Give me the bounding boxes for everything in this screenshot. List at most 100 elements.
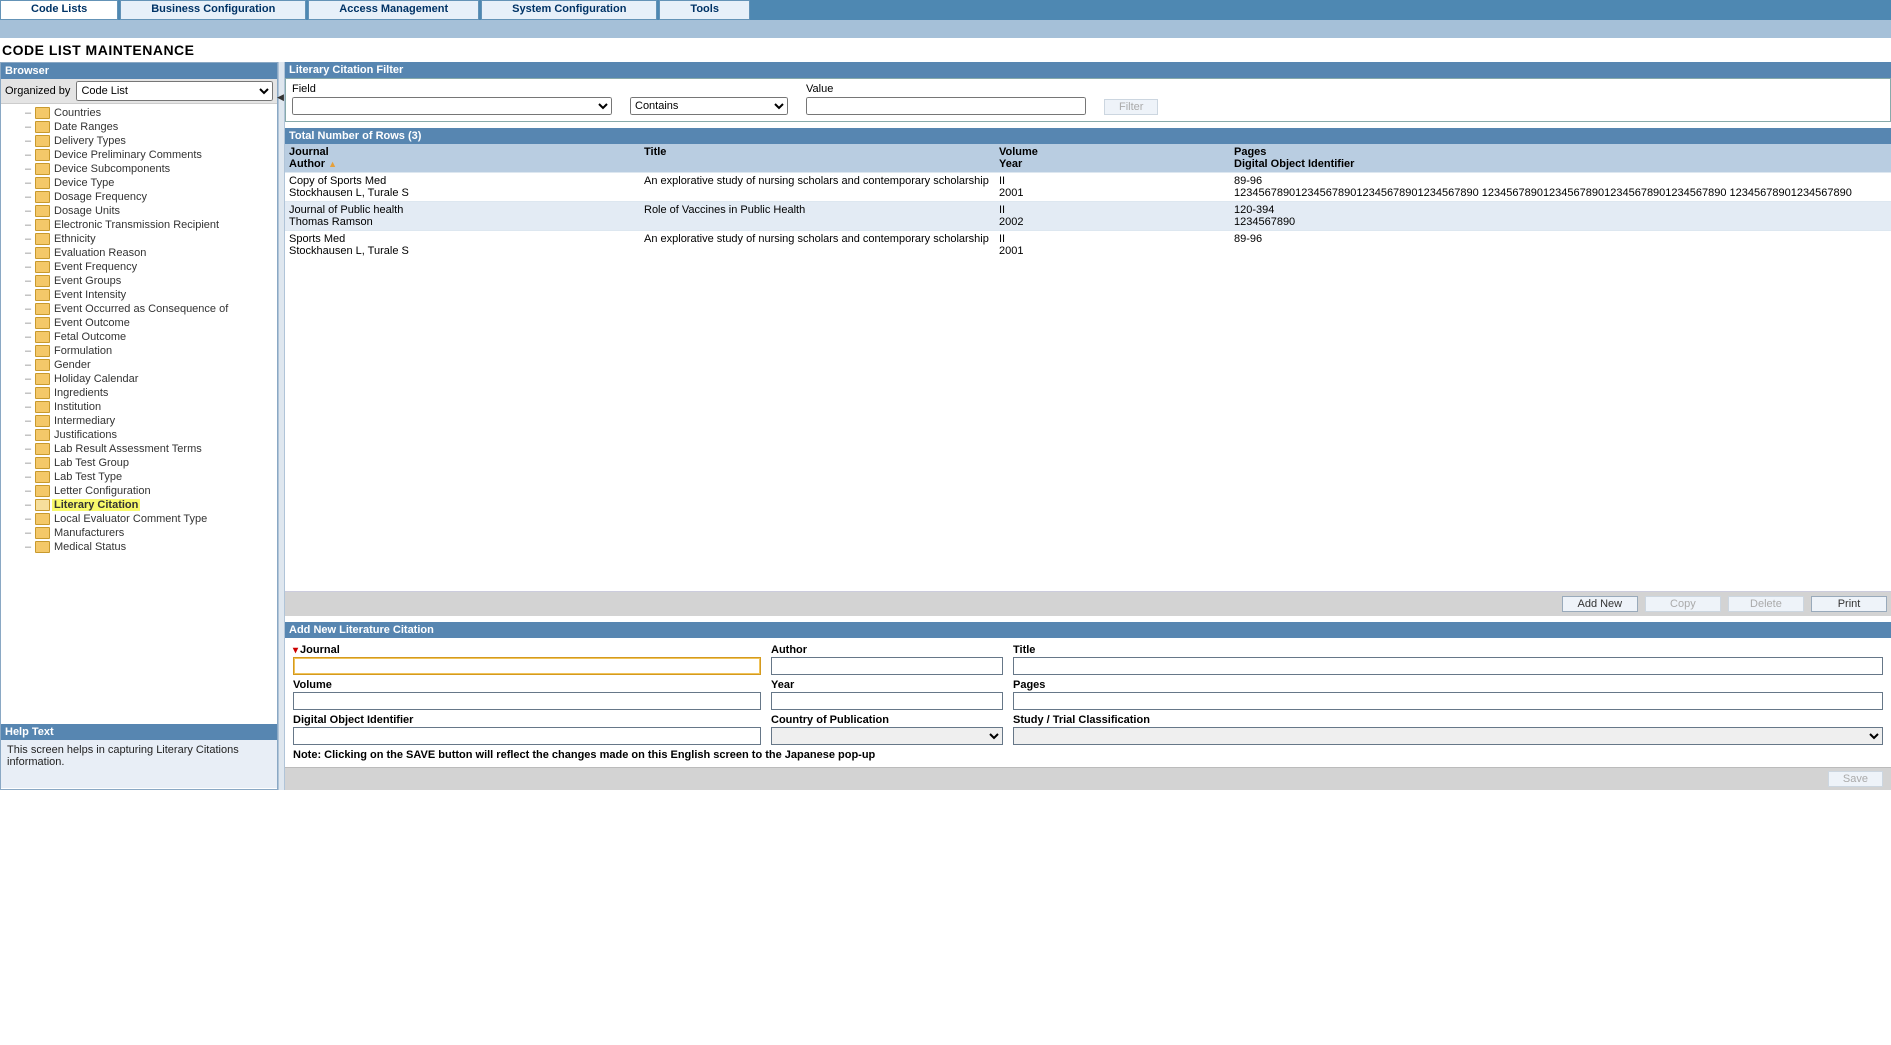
folder-icon: [35, 191, 50, 203]
tree-item-ingredients[interactable]: –Ingredients: [23, 386, 277, 400]
tree-item-justifications[interactable]: –Justifications: [23, 428, 277, 442]
pages-input[interactable]: [1013, 692, 1883, 710]
col-title[interactable]: Title: [640, 144, 995, 172]
filter-header: Literary Citation Filter: [285, 62, 1891, 78]
copy-button[interactable]: Copy: [1645, 596, 1721, 612]
tree-toggle-icon: –: [23, 289, 33, 301]
col-volume-year[interactable]: VolumeYear: [995, 144, 1230, 172]
tree-item-label: Electronic Transmission Recipient: [52, 219, 221, 231]
nav-tab-tools[interactable]: Tools: [659, 0, 750, 20]
tree-item-holiday-calendar[interactable]: –Holiday Calendar: [23, 372, 277, 386]
nav-tab-access-management[interactable]: Access Management: [308, 0, 479, 20]
tree-item-delivery-types[interactable]: – Delivery Types: [23, 134, 277, 148]
journal-input[interactable]: [293, 657, 761, 675]
tree-toggle-icon: –: [23, 303, 33, 315]
organized-by-select[interactable]: Code List: [76, 81, 273, 101]
cell-year: 2002: [999, 216, 1226, 228]
nav-tab-code-lists[interactable]: Code Lists: [0, 0, 118, 20]
folder-icon: [35, 149, 50, 161]
tree-item-event-intensity[interactable]: – Event Intensity: [23, 288, 277, 302]
tree-item-literary-citation[interactable]: –Literary Citation: [23, 498, 277, 512]
tree-item-local-evaluator-comment-type[interactable]: –Local Evaluator Comment Type: [23, 512, 277, 526]
tree-item-dosage-frequency[interactable]: –Dosage Frequency: [23, 190, 277, 204]
tree-item-electronic-transmission-recipient[interactable]: –Electronic Transmission Recipient: [23, 218, 277, 232]
table-row[interactable]: Sports MedStockhausen L, Turale SAn expl…: [285, 231, 1891, 260]
tree-item-date-ranges[interactable]: –Date Ranges: [23, 120, 277, 134]
country-select[interactable]: [771, 727, 1003, 745]
nav-tab-system-configuration[interactable]: System Configuration: [481, 0, 657, 20]
filter-field-select[interactable]: [292, 97, 612, 115]
cell-pages: 89-96: [1234, 175, 1887, 187]
folder-icon: [35, 387, 50, 399]
tree-item-institution[interactable]: –Institution: [23, 400, 277, 414]
tree-toggle-icon: –: [23, 317, 33, 329]
tree-item-countries[interactable]: –Countries: [23, 106, 277, 120]
tree-toggle-icon: –: [23, 177, 33, 189]
tree-toggle-icon: –: [23, 135, 33, 147]
tree-item-letter-configuration[interactable]: –Letter Configuration: [23, 484, 277, 498]
tree-item-fetal-outcome[interactable]: –Fetal Outcome: [23, 330, 277, 344]
folder-icon: [35, 261, 50, 273]
cell-pages: 120-394: [1234, 204, 1887, 216]
filter-operator-select[interactable]: Contains: [630, 97, 788, 115]
tree-item-label: Medical Status: [52, 541, 128, 553]
add-new-button[interactable]: Add New: [1562, 596, 1638, 612]
tree-item-device-subcomponents[interactable]: –Device Subcomponents: [23, 162, 277, 176]
tree-toggle-icon: –: [23, 107, 33, 119]
col-pages-doi[interactable]: PagesDigital Object Identifier: [1230, 144, 1891, 172]
tree-toggle-icon: –: [23, 485, 33, 497]
tree-item-event-frequency[interactable]: –Event Frequency: [23, 260, 277, 274]
tree-item-label: Institution: [52, 401, 103, 413]
tree-item-lab-test-group[interactable]: –Lab Test Group: [23, 456, 277, 470]
save-button[interactable]: Save: [1828, 771, 1883, 787]
table-row[interactable]: Copy of Sports MedStockhausen L, Turale …: [285, 173, 1891, 202]
doi-input[interactable]: [293, 727, 761, 745]
filter-box: Field Contains Value Filter: [285, 78, 1891, 122]
tree-item-event-occurred-as-consequence-of[interactable]: –Event Occurred as Consequence of: [23, 302, 277, 316]
tree-item-lab-result-assessment-terms[interactable]: –Lab Result Assessment Terms: [23, 442, 277, 456]
tree-item-lab-test-type[interactable]: –Lab Test Type: [23, 470, 277, 484]
table-row[interactable]: Journal of Public healthThomas RamsonRol…: [285, 202, 1891, 231]
tree-item-label: Lab Test Type: [52, 471, 124, 483]
pane-splitter[interactable]: ◀: [278, 62, 285, 790]
year-label: Year: [771, 679, 1003, 691]
tree-item-device-preliminary-comments[interactable]: –Device Preliminary Comments: [23, 148, 277, 162]
collapse-left-icon[interactable]: ◀: [277, 92, 284, 103]
doi-label: Digital Object Identifier: [293, 714, 761, 726]
tree-item-dosage-units[interactable]: –Dosage Units: [23, 204, 277, 218]
tree-item-gender[interactable]: –Gender: [23, 358, 277, 372]
filter-value-input[interactable]: [806, 97, 1086, 115]
tree-item-label: Gender: [52, 359, 93, 371]
cell-journal: Sports Med: [289, 233, 636, 245]
help-header: Help Text: [1, 724, 277, 740]
tree-item-intermediary[interactable]: –Intermediary: [23, 414, 277, 428]
filter-button[interactable]: Filter: [1104, 99, 1158, 115]
tree-item-label: Event Intensity: [52, 289, 128, 301]
tree-item-label: Delivery Types: [52, 135, 128, 147]
tree-toggle-icon: –: [23, 149, 33, 161]
folder-icon: [35, 121, 50, 133]
folder-icon: [35, 177, 50, 189]
tree-item-manufacturers[interactable]: –Manufacturers: [23, 526, 277, 540]
tree-item-ethnicity[interactable]: –Ethnicity: [23, 232, 277, 246]
tree-toggle-icon: –: [23, 541, 33, 553]
folder-icon: [35, 485, 50, 497]
volume-input[interactable]: [293, 692, 761, 710]
tree-toggle-icon: –: [23, 121, 33, 133]
author-input[interactable]: [771, 657, 1003, 675]
tree-item-event-outcome[interactable]: –Event Outcome: [23, 316, 277, 330]
study-select[interactable]: [1013, 727, 1883, 745]
year-input[interactable]: [771, 692, 1003, 710]
tree-item-device-type[interactable]: –Device Type: [23, 176, 277, 190]
code-list-tree[interactable]: –Countries–Date Ranges–Delivery Types–De…: [1, 104, 277, 724]
tree-item-evaluation-reason[interactable]: –Evaluation Reason: [23, 246, 277, 260]
tree-item-event-groups[interactable]: –Event Groups: [23, 274, 277, 288]
title-input[interactable]: [1013, 657, 1883, 675]
print-button[interactable]: Print: [1811, 596, 1887, 612]
tree-item-medical-status[interactable]: – Medical Status: [23, 540, 277, 554]
delete-button[interactable]: Delete: [1728, 596, 1804, 612]
col-journal-author[interactable]: Journal Author ▲: [285, 144, 640, 172]
nav-tab-business-configuration[interactable]: Business Configuration: [120, 0, 306, 20]
form-header: Add New Literature Citation: [285, 622, 1891, 638]
tree-item-formulation[interactable]: –Formulation: [23, 344, 277, 358]
